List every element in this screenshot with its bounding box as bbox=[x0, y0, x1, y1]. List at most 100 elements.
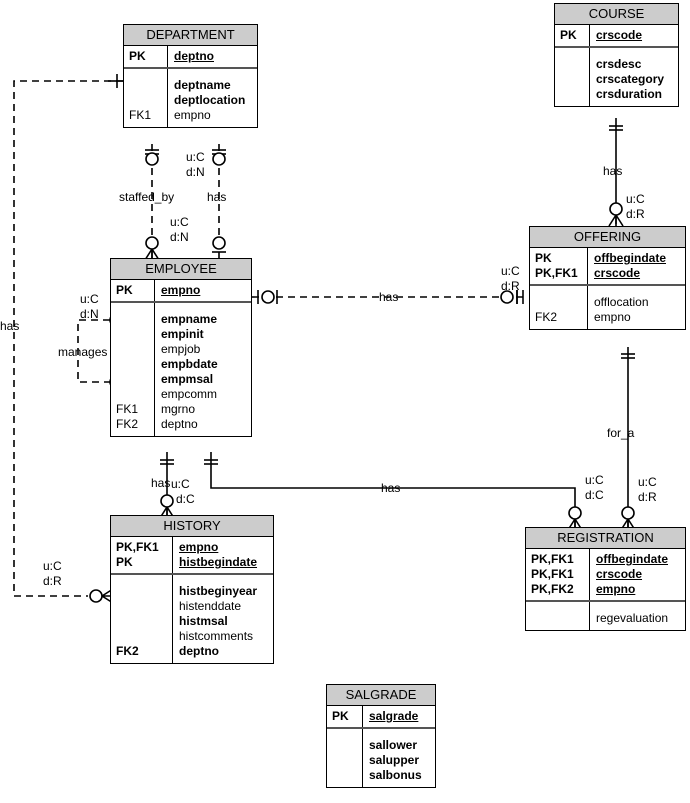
attr-name: empname bbox=[161, 312, 218, 326]
entity-salgrade[interactable]: SALGRADE PK salgrade sallower salupper s… bbox=[326, 684, 436, 788]
entity-key-section: PK crscode bbox=[555, 25, 678, 48]
key-attr: crscode bbox=[594, 266, 641, 280]
attr-name: empbdate bbox=[161, 357, 218, 371]
attr-name: crsduration bbox=[596, 87, 663, 101]
attr-name: empno bbox=[174, 108, 211, 122]
entity-key-section: PK,FK1 PK,FK1 PK,FK2 offbegindate crscod… bbox=[526, 549, 685, 602]
relationship-label-for-a: for_a bbox=[607, 426, 635, 440]
attr-name: sallower bbox=[369, 738, 418, 752]
entity-attr-section: regevaluation bbox=[526, 602, 685, 630]
attr-name: empinit bbox=[161, 327, 204, 341]
key-tag: PK,FK2 bbox=[531, 582, 574, 596]
key-attr: offbegindate bbox=[596, 552, 668, 566]
key-tag: PK,FK1 bbox=[531, 552, 574, 566]
attr-name: mgrno bbox=[161, 402, 196, 416]
relationship-label-emp-registration-has: has bbox=[381, 481, 401, 495]
attr-tag: FK2 bbox=[535, 310, 558, 324]
entity-department[interactable]: DEPARTMENT PK deptno FK1 deptname deptlo… bbox=[123, 24, 258, 128]
entity-title: OFFERING bbox=[530, 227, 685, 248]
key-attr: empno bbox=[179, 540, 219, 554]
entity-title: HISTORY bbox=[111, 516, 273, 537]
entity-title: DEPARTMENT bbox=[124, 25, 257, 46]
attr-name: histmsal bbox=[179, 614, 228, 628]
er-diagram-canvas: DEPARTMENT PK deptno FK1 deptname deptlo… bbox=[0, 0, 690, 803]
entity-title: COURSE bbox=[555, 4, 678, 25]
entity-course[interactable]: COURSE PK crscode crsdesc crscategory cr… bbox=[554, 3, 679, 107]
key-attr: deptno bbox=[174, 49, 214, 63]
entity-history[interactable]: HISTORY PK,FK1 PK empno histbegindate FK… bbox=[110, 515, 274, 664]
entity-attr-section: FK1 FK2 empname empinit empjob empbdate … bbox=[111, 303, 251, 436]
entity-offering[interactable]: OFFERING PK PK,FK1 offbegindate crscode … bbox=[529, 226, 686, 330]
zero-circle bbox=[160, 494, 174, 508]
rule-manages-d: d:N bbox=[80, 307, 99, 321]
zero-circle bbox=[89, 589, 103, 603]
key-tag: PK bbox=[535, 251, 552, 265]
rule-course-offering-has-d: d:R bbox=[626, 207, 645, 221]
entity-registration[interactable]: REGISTRATION PK,FK1 PK,FK1 PK,FK2 offbeg… bbox=[525, 527, 686, 631]
rule-staffed-by-d: d:N bbox=[170, 230, 189, 244]
entity-attr-section: crsdesc crscategory crsduration bbox=[555, 48, 678, 106]
key-tag: PK bbox=[560, 28, 577, 42]
zero-circle bbox=[145, 152, 159, 166]
entity-key-section: PK empno bbox=[111, 280, 251, 303]
key-tag: PK,FK1 bbox=[531, 567, 574, 581]
rule-emp-registration-has-d: d:C bbox=[585, 488, 604, 502]
key-attr: offbegindate bbox=[594, 251, 666, 265]
rule-emp-history-has-d: d:C bbox=[176, 492, 195, 506]
attr-name: histcomments bbox=[179, 629, 254, 643]
attr-name: deptno bbox=[161, 417, 198, 431]
entity-employee[interactable]: EMPLOYEE PK empno FK1 FK2 empname empini… bbox=[110, 258, 252, 437]
rule-dept-emp-has-u: u:C bbox=[186, 150, 205, 164]
key-tag: PK bbox=[116, 283, 133, 297]
key-tag: PK,FK1 bbox=[116, 540, 159, 554]
rule-for-a-u: u:C bbox=[638, 475, 657, 489]
zero-circle bbox=[212, 236, 226, 250]
rule-emp-offering-has-u: u:C bbox=[501, 264, 520, 278]
zero-circle bbox=[621, 506, 635, 520]
relationship-label-emp-offering-has: has bbox=[379, 290, 399, 304]
rule-staffed-by-u: u:C bbox=[170, 215, 189, 229]
entity-attr-section: FK2 histbeginyear histenddate histmsal h… bbox=[111, 575, 273, 663]
key-tag: PK bbox=[116, 555, 133, 569]
rule-emp-registration-has-u: u:C bbox=[585, 473, 604, 487]
relationship-label-course-offering-has: has bbox=[603, 164, 623, 178]
attr-name: salbonus bbox=[369, 768, 422, 782]
attr-tag: FK1 bbox=[116, 402, 139, 416]
relationship-label-staffed-by: staffed_by bbox=[119, 190, 175, 204]
rule-emp-history-has-u: u:C bbox=[171, 477, 190, 491]
attr-name: empjob bbox=[161, 342, 201, 356]
key-attr: crscode bbox=[596, 567, 643, 581]
entity-key-section: PK PK,FK1 offbegindate crscode bbox=[530, 248, 685, 286]
attr-name: crscategory bbox=[596, 72, 665, 86]
relationship-label-dept-emp-has: has bbox=[207, 190, 227, 204]
zero-circle bbox=[609, 202, 623, 216]
relationship-lines bbox=[13, 74, 636, 604]
entity-attr-section: sallower salupper salbonus bbox=[327, 729, 435, 787]
attr-name: empcomm bbox=[161, 387, 218, 401]
attr-name: offlocation bbox=[594, 295, 649, 309]
attr-name: empno bbox=[594, 310, 631, 324]
attr-name: deptlocation bbox=[174, 93, 246, 107]
entity-title: EMPLOYEE bbox=[111, 259, 251, 280]
entity-attr-section: FK2 offlocation empno bbox=[530, 286, 685, 329]
zero-circle bbox=[568, 506, 582, 520]
attr-name: deptname bbox=[174, 78, 231, 92]
zero-circle bbox=[261, 290, 275, 304]
entity-key-section: PK deptno bbox=[124, 46, 257, 69]
key-attr: empno bbox=[161, 283, 201, 297]
zero-circle bbox=[212, 152, 226, 166]
crowsfoot bbox=[608, 214, 624, 227]
key-attr: histbegindate bbox=[179, 555, 258, 569]
entity-key-section: PK,FK1 PK empno histbegindate bbox=[111, 537, 273, 575]
attr-name: histenddate bbox=[179, 599, 242, 613]
rule-course-offering-has-u: u:C bbox=[626, 192, 645, 206]
rule-manages-u: u:C bbox=[80, 292, 99, 306]
relationship-label-dept-history-has: has bbox=[0, 319, 20, 333]
key-tag: PK bbox=[332, 709, 349, 723]
attr-tag: FK2 bbox=[116, 417, 139, 431]
rule-emp-offering-has-d: d:R bbox=[501, 279, 520, 293]
rule-dept-emp-has-d: d:N bbox=[186, 165, 205, 179]
key-tag: PK bbox=[129, 49, 146, 63]
zero-circle bbox=[145, 236, 159, 250]
attr-tag: FK1 bbox=[129, 108, 152, 122]
